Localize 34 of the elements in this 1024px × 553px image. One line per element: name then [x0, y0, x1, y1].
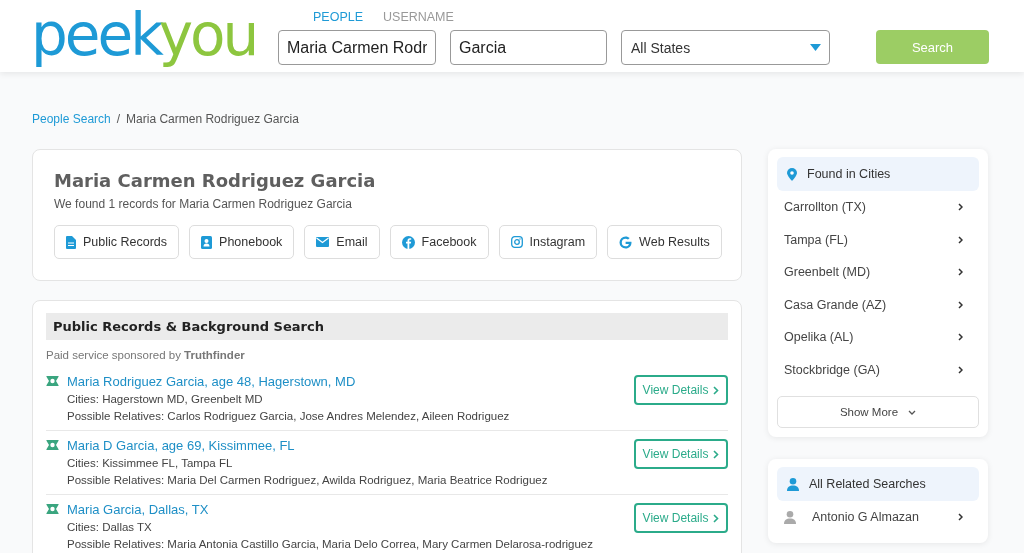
sponsor-note: Paid service sponsored by Truthfinder: [46, 349, 246, 361]
records-summary: We found 1 records for Maria Carmen Rodriguez Garcia: [54, 197, 353, 211]
result-link[interactable]: Maria D Garcia, age 69, Kissimmee, FL: [67, 438, 634, 453]
result-link[interactable]: Maria Rodriguez Garcia, age 48, Hagerstown, MD: [67, 374, 634, 389]
section-heading: Public Records & Background Search: [46, 313, 728, 340]
city-item[interactable]: Casa Grande (AZ): [777, 288, 979, 321]
result-cities: Cities: Kissimmee FL, Tampa FL: [67, 456, 234, 471]
city-item[interactable]: Tampa (FL): [777, 223, 979, 256]
result-link[interactable]: Maria Garcia, Dallas, TX: [67, 502, 634, 517]
last-name-field[interactable]: Garcia: [450, 30, 607, 65]
result-relatives: Possible Relatives: Maria Antonia Castillo Garcia, Maria Delo Correa, Mary Carmen Delarosa-rodriguez: [67, 537, 594, 552]
breadcrumb-current: Maria Carmen Rodriguez Garcia: [126, 112, 299, 128]
result-relatives: Possible Relatives: Maria Del Carmen Rodriguez, Awilda Rodriguez, Maria Beatrice Rodriguez: [67, 473, 549, 488]
related-item[interactable]: Antonio G Almazan: [777, 501, 979, 534]
city-item[interactable]: Opelika (AL): [777, 321, 979, 354]
result-cities: Cities: Hagerstown MD, Greenbelt MD: [67, 392, 264, 407]
city-item[interactable]: Stockbridge (GA): [777, 353, 979, 386]
source-button[interactable]: Facebook: [389, 225, 489, 259]
person-name: Maria Carmen Rodriguez Garcia: [54, 170, 377, 191]
cities-title: Found in Cities: [807, 167, 891, 181]
state-dropdown[interactable]: All States: [621, 30, 830, 65]
breadcrumb-separator: /: [116, 112, 121, 128]
related-title: All Related Searches: [809, 477, 926, 491]
city-item[interactable]: Greenbelt (MD): [777, 256, 979, 289]
first-name-field[interactable]: Maria Carmen Rodr: [278, 30, 436, 65]
source-button[interactable]: Web Results: [607, 225, 722, 259]
result-cities: Cities: Dallas TX: [67, 520, 153, 535]
city-item[interactable]: Carrollton (TX): [777, 191, 979, 224]
source-button[interactable]: Phonebook: [189, 225, 295, 259]
show-more-button[interactable]: Show More: [777, 396, 979, 428]
source-button[interactable]: Public Records: [54, 225, 180, 259]
source-button[interactable]: Instagram: [498, 225, 598, 259]
result-relatives: Possible Relatives: Carlos Rodriguez Garcia, Jose Andres Melendez, Aileen Rodriguez: [67, 409, 511, 424]
source-button[interactable]: Email: [304, 225, 380, 259]
